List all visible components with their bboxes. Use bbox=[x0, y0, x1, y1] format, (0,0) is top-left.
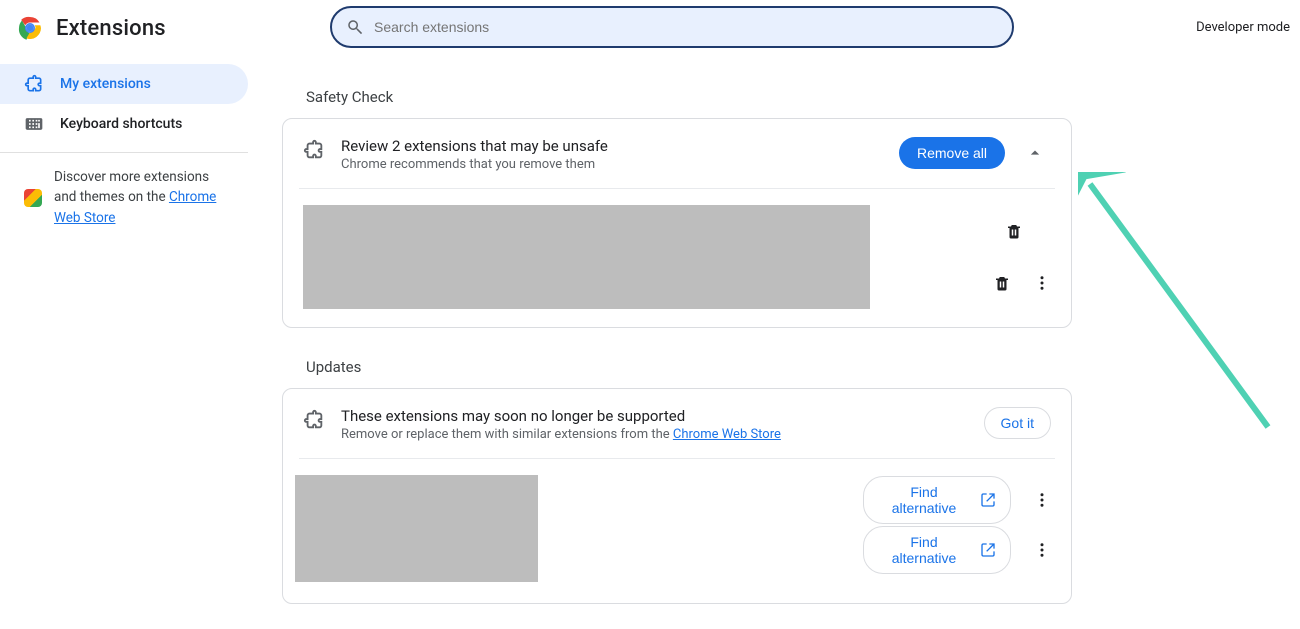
updates-card-subtitle: Remove or replace them with similar exte… bbox=[341, 427, 673, 442]
open-external-icon bbox=[980, 492, 996, 508]
logo-title: Extensions bbox=[18, 16, 166, 41]
chrome-logo-icon bbox=[18, 16, 42, 40]
remove-all-button[interactable]: Remove all bbox=[899, 137, 1005, 169]
search-icon bbox=[346, 18, 364, 36]
trash-icon[interactable] bbox=[993, 274, 1011, 292]
find-alternative-label: Find alternative bbox=[878, 534, 970, 566]
section-label-safety: Safety Check bbox=[306, 88, 1300, 106]
safety-check-card: Review 2 extensions that may be unsafe C… bbox=[282, 118, 1072, 328]
puzzle-icon bbox=[24, 74, 44, 94]
card-divider bbox=[299, 458, 1055, 459]
puzzle-icon bbox=[303, 409, 325, 431]
find-alternative-button[interactable]: Find alternative bbox=[863, 526, 1011, 574]
top-bar: Extensions Developer mode bbox=[0, 0, 1300, 56]
chevron-up-icon[interactable] bbox=[1019, 137, 1051, 169]
keyboard-icon bbox=[24, 114, 44, 134]
trash-icon[interactable] bbox=[1005, 222, 1023, 240]
sidebar-divider bbox=[0, 152, 248, 153]
update-extension-row: Find alternative bbox=[863, 525, 1051, 575]
chrome-web-store-icon bbox=[24, 189, 42, 207]
update-extension-row: Find alternative bbox=[863, 475, 1051, 525]
developer-mode-label[interactable]: Developer mode bbox=[1196, 20, 1290, 35]
card-divider bbox=[299, 188, 1055, 189]
kebab-menu-icon[interactable] bbox=[1033, 541, 1051, 559]
find-alternative-button[interactable]: Find alternative bbox=[863, 476, 1011, 524]
safety-card-subtitle: Chrome recommends that you remove them bbox=[341, 157, 883, 172]
discover-more: Discover more extensions and themes on t… bbox=[0, 167, 248, 228]
search-input[interactable] bbox=[374, 19, 998, 35]
find-alternative-label: Find alternative bbox=[878, 484, 970, 516]
got-it-button[interactable]: Got it bbox=[984, 407, 1051, 439]
chrome-web-store-link[interactable]: Chrome Web Store bbox=[673, 427, 781, 442]
kebab-menu-icon[interactable] bbox=[1033, 491, 1051, 509]
sidebar-item-keyboard-shortcuts[interactable]: Keyboard shortcuts bbox=[0, 104, 248, 144]
updates-card: These extensions may soon no longer be s… bbox=[282, 388, 1072, 604]
unsafe-extension-row bbox=[883, 257, 1051, 309]
puzzle-icon bbox=[303, 139, 325, 161]
safety-card-title: Review 2 extensions that may be unsafe bbox=[341, 137, 883, 155]
unsafe-extension-row bbox=[883, 205, 1051, 257]
sidebar-item-label: Keyboard shortcuts bbox=[60, 116, 182, 132]
sidebar-item-my-extensions[interactable]: My extensions bbox=[0, 64, 248, 104]
section-label-updates: Updates bbox=[306, 358, 1300, 376]
sidebar: My extensions Keyboard shortcuts Discove… bbox=[0, 56, 248, 629]
search-box[interactable] bbox=[330, 6, 1014, 48]
open-external-icon bbox=[980, 542, 996, 558]
updates-card-title: These extensions may soon no longer be s… bbox=[341, 407, 968, 425]
main-content: Safety Check Review 2 extensions that ma… bbox=[248, 56, 1300, 629]
page-title: Extensions bbox=[56, 16, 166, 41]
kebab-menu-icon[interactable] bbox=[1033, 274, 1051, 292]
search-container bbox=[330, 6, 1014, 48]
sidebar-item-label: My extensions bbox=[60, 76, 151, 92]
